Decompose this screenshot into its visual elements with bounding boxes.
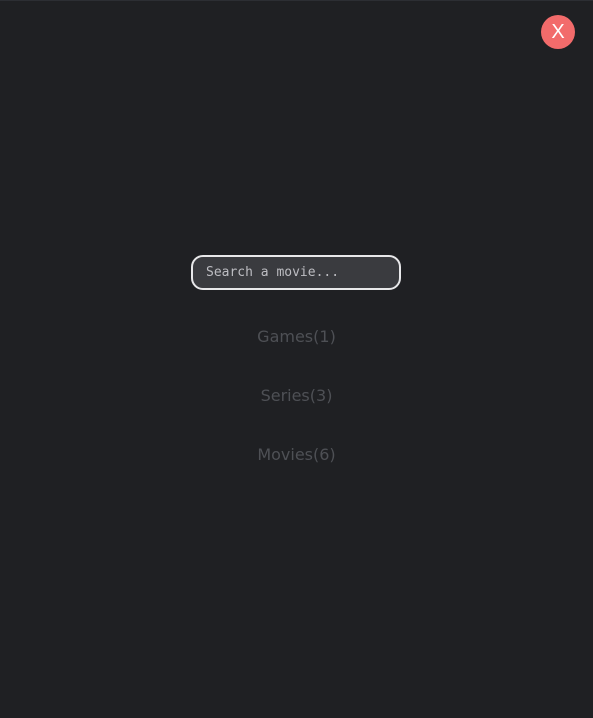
category-games[interactable]: Games(1) [227,327,367,347]
overlay-screen: X Games(1) Series(3) Movies(6) [0,0,593,718]
category-list: Games(1) Series(3) Movies(6) [0,327,593,504]
close-button[interactable]: X [541,15,575,49]
search-box [191,255,401,290]
category-series[interactable]: Series(3) [227,386,367,406]
category-movies[interactable]: Movies(6) [227,445,367,465]
close-icon: X [551,21,565,43]
search-input[interactable] [193,257,399,288]
